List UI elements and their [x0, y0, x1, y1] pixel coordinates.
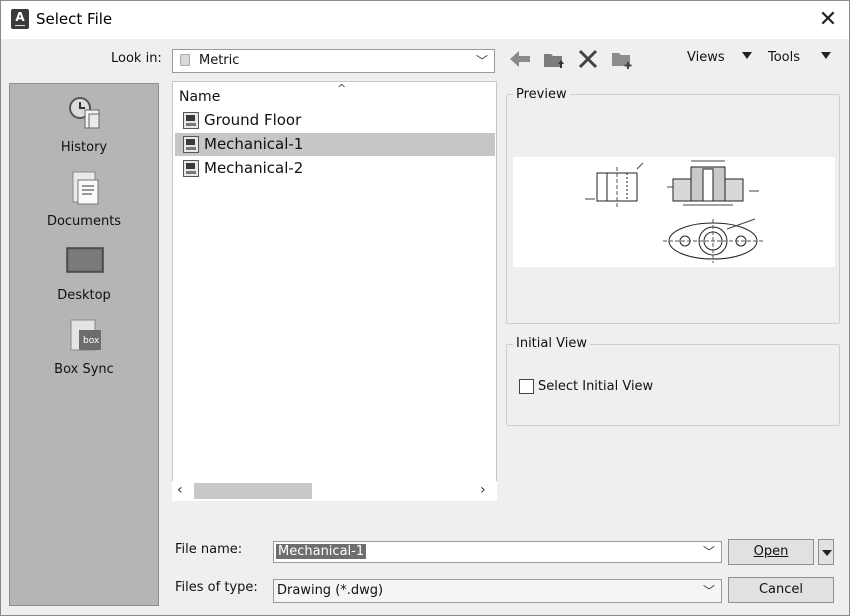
dwg-file-icon — [183, 160, 199, 177]
file-row[interactable]: Mechanical-1 — [175, 133, 495, 156]
cancel-button[interactable]: Cancel — [728, 577, 834, 603]
place-documents[interactable]: Documents — [10, 162, 158, 236]
box-sync-icon: box — [70, 319, 101, 351]
title-bar: A Select File ✕ — [1, 1, 849, 39]
place-label: Desktop — [57, 288, 111, 303]
caret-down-icon — [822, 550, 832, 556]
places-sidebar: History Documents Desktop box Box Sync — [9, 83, 159, 606]
place-label: Box Sync — [54, 362, 114, 377]
open-options-button[interactable] — [818, 539, 834, 565]
tools-dropdown-caret[interactable] — [821, 52, 831, 59]
column-header-name[interactable]: Name — [179, 89, 220, 105]
new-folder-icon — [612, 53, 632, 69]
file-row[interactable]: Ground Floor — [175, 109, 495, 132]
file-name-value: Mechanical-1 — [276, 544, 367, 559]
desktop-icon — [66, 247, 104, 273]
open-button[interactable]: Open — [728, 539, 814, 565]
views-dropdown-caret[interactable] — [742, 52, 752, 59]
file-name: Mechanical-1 — [204, 135, 304, 153]
delete-button[interactable] — [575, 47, 601, 71]
history-icon — [69, 97, 100, 129]
place-box-sync[interactable]: box Box Sync — [10, 310, 158, 384]
file-row[interactable]: Mechanical-2 — [175, 157, 495, 180]
file-name: Mechanical-2 — [204, 159, 304, 177]
place-label: Documents — [46, 214, 122, 229]
sort-ascending-icon: ^ — [337, 82, 347, 95]
preview-thumbnail — [513, 157, 835, 267]
files-of-type-value: Drawing (*.dwg) — [277, 583, 384, 598]
scroll-left-icon[interactable]: ‹ — [177, 482, 183, 498]
views-menu[interactable]: Views — [687, 50, 725, 65]
close-button[interactable]: ✕ — [813, 5, 843, 35]
back-button[interactable] — [507, 47, 533, 71]
svg-text:box: box — [83, 336, 100, 346]
chevron-down-icon[interactable]: ﹀ — [703, 543, 715, 560]
scrollbar-thumb[interactable] — [194, 483, 312, 499]
drawing-preview-image — [585, 160, 765, 263]
files-of-type-dropdown[interactable]: Drawing (*.dwg) ﹀ — [273, 579, 722, 603]
preview-title: Preview — [513, 87, 570, 102]
horizontal-scrollbar[interactable]: ‹ › — [172, 481, 497, 501]
select-initial-view-label: Select Initial View — [538, 379, 654, 394]
file-list[interactable]: ^ Name Ground Floor Mechanical-1 Mechani… — [172, 81, 497, 501]
file-name: Ground Floor — [204, 111, 302, 129]
autocad-app-icon: A — [11, 9, 29, 29]
select-initial-view-checkbox[interactable] — [519, 379, 534, 394]
place-history[interactable]: History — [10, 88, 158, 162]
look-in-value: Metric — [199, 53, 240, 68]
place-desktop[interactable]: Desktop — [10, 236, 158, 310]
folder-up-icon — [544, 54, 564, 68]
open-button-label: Open — [753, 544, 789, 559]
create-folder-button[interactable] — [609, 47, 635, 71]
delete-x-icon — [578, 49, 598, 69]
arrow-left-icon — [510, 51, 530, 67]
preview-group: Preview — [506, 87, 840, 324]
look-in-label: Look in: — [111, 51, 162, 66]
tools-menu[interactable]: Tools — [768, 50, 800, 65]
file-name-input[interactable]: Mechanical-1 ﹀ — [273, 541, 722, 563]
initial-view-title: Initial View — [513, 336, 590, 351]
dwg-file-icon — [183, 136, 199, 153]
look-in-dropdown[interactable]: Metric ﹀ — [172, 49, 495, 73]
select-file-dialog: A Select File ✕ Look in: Metric ﹀ Views — [0, 0, 850, 616]
cancel-button-label: Cancel — [758, 582, 804, 597]
documents-icon — [72, 171, 99, 205]
dialog-title: Select File — [36, 10, 113, 28]
chevron-down-icon: ﹀ — [475, 54, 488, 68]
dwg-file-icon — [183, 112, 199, 129]
place-label: History — [60, 140, 108, 155]
scroll-right-icon[interactable]: › — [480, 482, 486, 498]
chevron-down-icon: ﹀ — [702, 584, 715, 598]
folder-icon — [180, 54, 190, 66]
up-one-level-button[interactable] — [541, 47, 567, 71]
files-of-type-label: Files of type: — [175, 580, 258, 595]
file-name-label: File name: — [175, 542, 243, 557]
